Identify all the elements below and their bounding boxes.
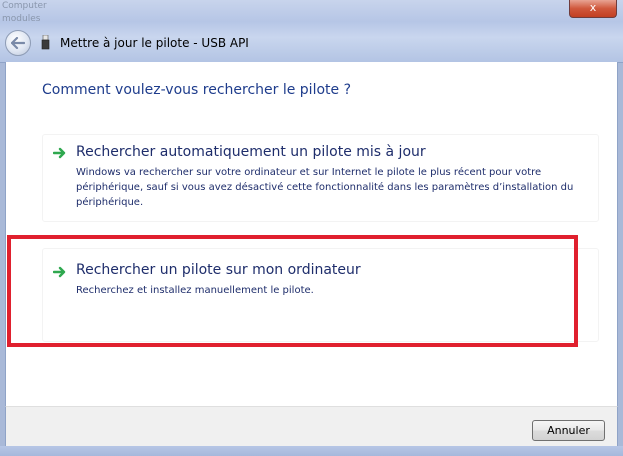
green-arrow-icon — [53, 147, 66, 159]
background-text: Computer — [2, 1, 47, 11]
option-auto-search[interactable]: Rechercher automatiquement un pilote mis… — [42, 134, 599, 222]
window-titlebar: Computer modules x Mettre à jour le pilo… — [0, 0, 623, 63]
option-description: Recherchez et installez manuellement le … — [76, 285, 314, 296]
back-arrow-icon — [11, 37, 25, 49]
back-button[interactable] — [5, 30, 31, 56]
window-title: Mettre à jour le pilote - USB API — [60, 36, 249, 50]
usb-device-icon — [41, 35, 50, 50]
background-text: modules — [2, 14, 41, 24]
option-title: Rechercher automatiquement un pilote mis… — [76, 144, 426, 160]
page-heading: Comment voulez-vous rechercher le pilote… — [42, 82, 352, 98]
dialog-footer: Annuler — [5, 406, 618, 447]
close-icon: x — [589, 1, 597, 14]
option-browse-computer[interactable]: Rechercher un pilote sur mon ordinateur … — [42, 248, 599, 342]
option-description: Windows va rechercher sur votre ordinate… — [76, 167, 574, 208]
window-bottom-border — [0, 446, 623, 456]
cancel-button[interactable]: Annuler — [532, 420, 605, 441]
option-title: Rechercher un pilote sur mon ordinateur — [76, 262, 361, 278]
dialog-content: Comment voulez-vous rechercher le pilote… — [5, 62, 618, 406]
close-button[interactable]: x — [569, 0, 617, 18]
green-arrow-icon — [53, 266, 66, 278]
